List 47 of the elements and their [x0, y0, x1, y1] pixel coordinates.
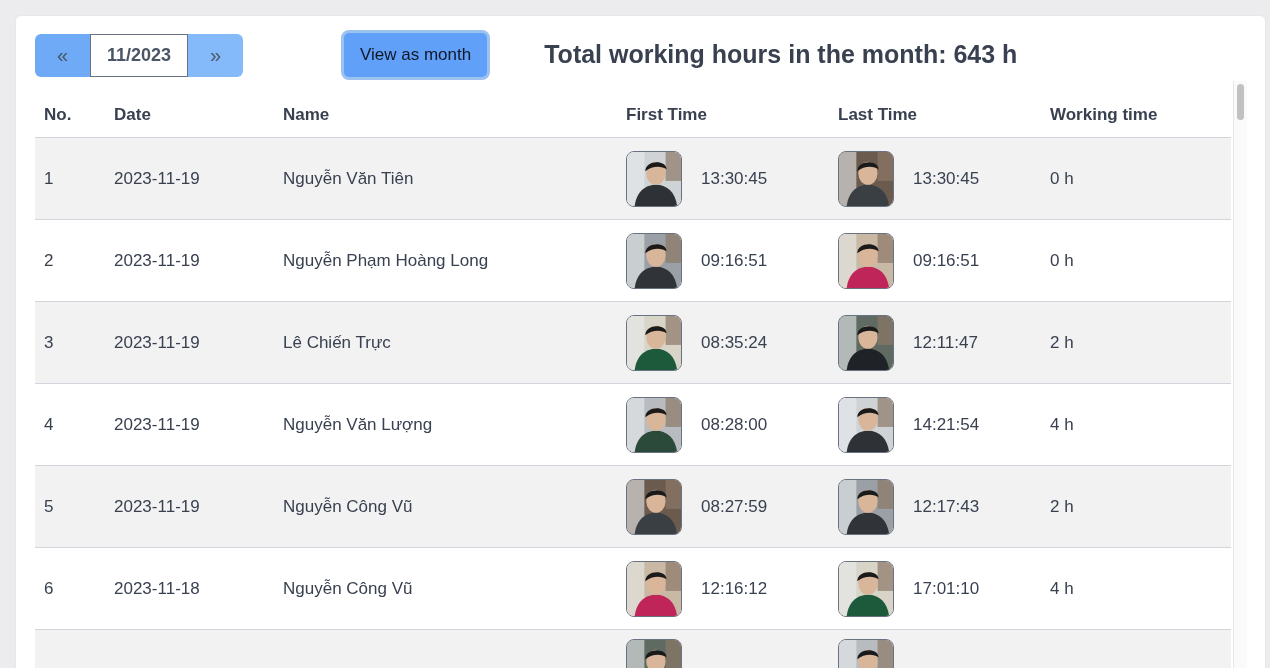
column-header: Date: [114, 104, 152, 127]
table-cell-text: Lê Chiến Trực: [283, 331, 392, 354]
table-cell-text: 2 h: [1050, 331, 1075, 354]
column-header: Last Time: [838, 104, 919, 127]
column-header: Working time: [1050, 104, 1159, 127]
table-cell-text: 12:11:47: [913, 331, 978, 354]
table-cell-text: 5: [44, 495, 55, 518]
table-cell-text: 08:28:00: [701, 413, 768, 436]
table-cell-text: Nguyễn Văn Lượng: [283, 413, 434, 436]
table-cell-text: 0 h: [1050, 249, 1075, 272]
table-cell-text: 4 h: [1050, 413, 1075, 436]
table-cell-text: 12:16:12: [701, 577, 768, 600]
table-cell-text: 2023-11-18: [114, 577, 201, 600]
table-cell-text: 1: [44, 167, 55, 190]
table-cell-text: 08:27:59: [701, 495, 768, 518]
column-header: No.: [44, 104, 73, 127]
scrollbar[interactable]: [1233, 81, 1247, 668]
column-header: Name: [283, 104, 331, 127]
table-cell-text: 12:17:43: [913, 495, 980, 518]
table-cell-text: 2023-11-19: [114, 167, 201, 190]
column-header: First Time: [626, 104, 708, 127]
table-cell-text: Nguyễn Phạm Hoàng Long: [283, 249, 490, 272]
table-cell-text: 08:35:24: [701, 331, 768, 354]
table-cell-text: 09:16:51: [701, 249, 768, 272]
table-cell-text: 4 h: [1050, 577, 1075, 600]
table-cell-text: Nguyễn Công Vũ: [283, 577, 414, 600]
table-cell-text: Nguyễn Công Vũ: [283, 495, 414, 518]
next-month-button[interactable]: »: [188, 33, 243, 77]
table-cell-text: 17:01:10: [913, 577, 980, 600]
table-cell-text: 13:30:45: [913, 167, 980, 190]
table-cell-text: 4: [44, 413, 55, 436]
table-cell-text: 2023-11-19: [114, 495, 201, 518]
table-cell-text: 2: [44, 249, 55, 272]
table-cell-text: 14:21:54: [913, 413, 980, 436]
view-as-month-button[interactable]: View as month: [341, 30, 491, 80]
table-cell-text: 0 h: [1050, 167, 1075, 190]
table-cell-text: 09:16:51: [913, 249, 980, 272]
table-cell-text: 2023-11-19: [114, 249, 201, 272]
month-field[interactable]: 11/2023: [90, 33, 188, 77]
table-cell-text: 3: [44, 331, 55, 354]
total-hours-heading: Total working hours in the month: 643 h: [544, 39, 1018, 71]
table-cell-text: 6: [44, 577, 55, 600]
table-cell-text: 2023-11-19: [114, 413, 201, 436]
table-cell-text: Nguyễn Văn Tiên: [283, 167, 415, 190]
table-cell-text: 2023-11-19: [114, 331, 201, 354]
table-cell-text: 13:30:45: [701, 167, 768, 190]
table-cell-text: 2 h: [1050, 495, 1075, 518]
